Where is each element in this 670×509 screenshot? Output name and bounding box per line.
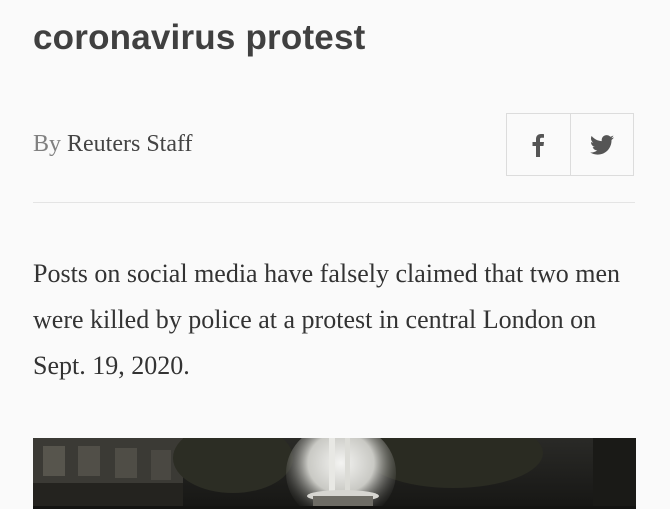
article-photo[interactable] xyxy=(33,438,636,509)
share-buttons xyxy=(506,113,634,176)
share-facebook-button[interactable] xyxy=(507,114,570,175)
byline-divider xyxy=(33,202,635,203)
twitter-icon xyxy=(589,134,614,155)
share-twitter-button[interactable] xyxy=(569,114,634,175)
byline-author[interactable]: Reuters Staff xyxy=(67,131,193,157)
fountain-photo-image xyxy=(33,438,636,509)
byline: By Reuters Staff xyxy=(33,128,193,160)
headline-previous-line-cropped xyxy=(33,0,633,8)
facebook-icon xyxy=(532,133,545,157)
lead-paragraph: Posts on social media have falsely claim… xyxy=(33,259,621,380)
article-page: coronavirus protest By Reuters Staff Pos… xyxy=(0,0,670,509)
byline-prefix: By xyxy=(33,131,62,157)
article-headline: coronavirus protest xyxy=(33,18,366,57)
